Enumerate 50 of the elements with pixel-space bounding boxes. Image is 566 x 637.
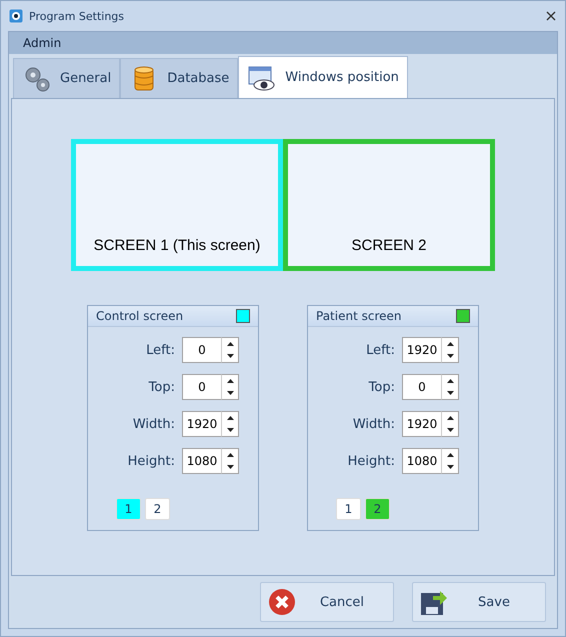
tab[interactable]: Database (120, 58, 238, 98)
field-label: Left: (366, 342, 395, 358)
group-title: Control screen (96, 309, 184, 323)
screen-select-button[interactable]: 2 (145, 498, 170, 520)
up-arrow-icon[interactable] (226, 342, 234, 346)
number-field[interactable]: 0 (402, 374, 441, 400)
number-field[interactable]: 1920 (182, 411, 221, 437)
save-button[interactable]: Save (412, 582, 546, 622)
number-field[interactable]: 1920 (402, 337, 441, 363)
screen-select-button[interactable]: 2 (365, 498, 390, 520)
window-title: Program Settings (29, 10, 126, 22)
down-arrow-icon[interactable] (226, 354, 234, 358)
menu-item[interactable]: Admin (23, 36, 62, 50)
field-label: Height: (348, 454, 395, 468)
cancel-icon (267, 587, 297, 617)
screen-label: SCREEN 2 (351, 237, 427, 254)
up-arrow-icon[interactable] (226, 416, 234, 420)
down-arrow-icon[interactable] (446, 354, 454, 358)
field-label: Width: (132, 416, 175, 432)
field-label: Width: (352, 416, 395, 432)
screen-select-button[interactable]: 1 (116, 498, 141, 520)
down-arrow-icon[interactable] (226, 391, 234, 395)
number-field[interactable]: 1920 (402, 411, 441, 437)
up-arrow-icon[interactable] (446, 342, 454, 346)
down-arrow-icon[interactable] (446, 391, 454, 395)
tab[interactable]: General (13, 58, 120, 98)
up-arrow-icon[interactable] (446, 416, 454, 420)
down-arrow-icon[interactable] (226, 428, 234, 432)
field-label: Left: (146, 342, 175, 358)
down-arrow-icon[interactable] (446, 428, 454, 432)
tab[interactable]: Windows position (238, 56, 408, 98)
screen-label: SCREEN 1 (This screen) (94, 237, 260, 254)
down-arrow-icon[interactable] (446, 465, 454, 469)
number-field[interactable]: 0 (182, 337, 221, 363)
number-field[interactable]: 1080 (182, 448, 221, 474)
down-arrow-icon[interactable] (226, 465, 234, 469)
group-title: Patient screen (316, 309, 402, 323)
cancel-button[interactable]: Cancel (260, 582, 394, 622)
app-icon (9, 9, 23, 23)
field-label: Top: (148, 380, 175, 394)
number-field[interactable]: 0 (182, 374, 221, 400)
up-arrow-icon[interactable] (446, 453, 454, 457)
field-label: Top: (368, 380, 395, 394)
screen-select-button[interactable]: 1 (336, 498, 361, 520)
up-arrow-icon[interactable] (226, 453, 234, 457)
up-arrow-icon[interactable] (446, 379, 454, 383)
close-icon[interactable] (545, 10, 557, 22)
number-field[interactable]: 1080 (402, 448, 441, 474)
field-label: Height: (128, 454, 175, 468)
up-arrow-icon[interactable] (226, 379, 234, 383)
